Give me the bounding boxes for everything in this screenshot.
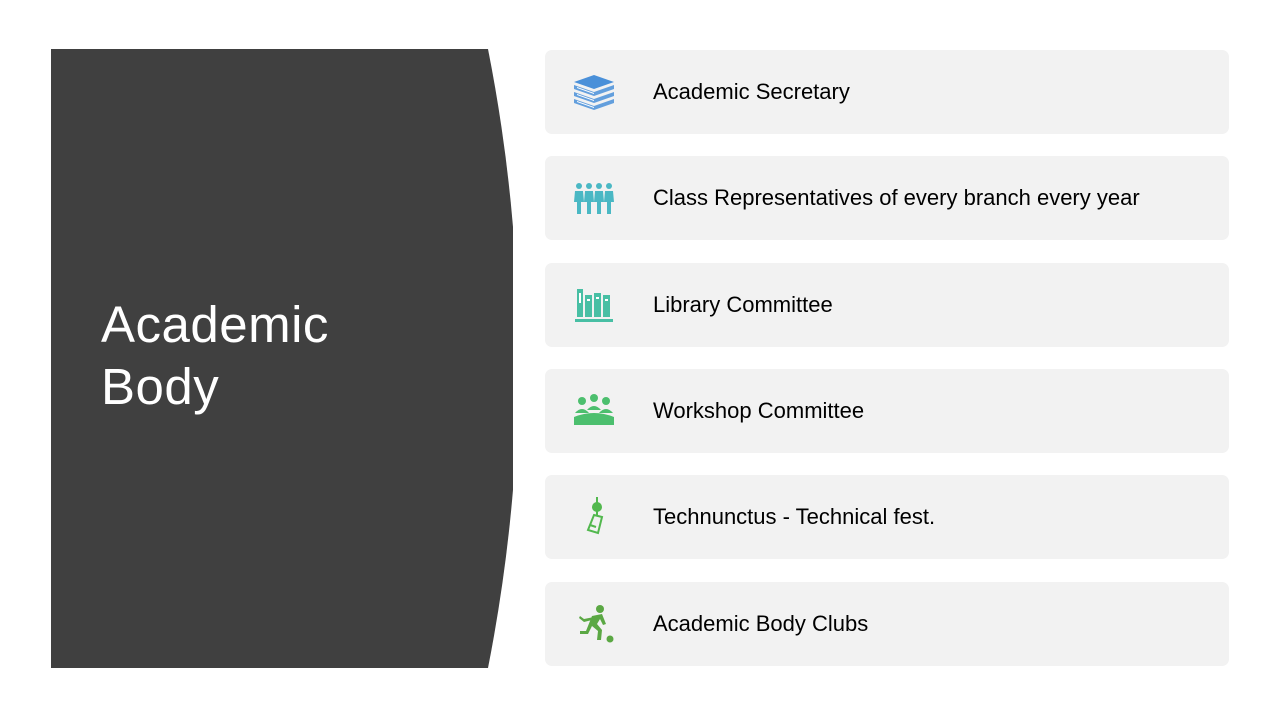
item-label: Workshop Committee — [653, 398, 865, 423]
list-item-technunctus: Technunctus - Technical fest. — [545, 475, 1229, 559]
meeting-icon — [574, 394, 614, 425]
slide-title-line-2: Body — [101, 358, 220, 415]
soccer-player-icon — [579, 605, 614, 643]
people-group-icon — [574, 183, 614, 214]
slide-title-line-1: Academic — [101, 296, 329, 353]
list-item-academic-body-clubs: Academic Body Clubs — [545, 582, 1229, 666]
books-icon — [574, 75, 614, 110]
item-label: Academic Body Clubs — [653, 611, 869, 636]
wind-chime-icon — [586, 497, 604, 535]
slide-title: Academic Body — [101, 294, 329, 418]
list-item-class-representatives: Class Representatives of every branch ev… — [545, 156, 1229, 240]
list-item-library-committee: Library Committee — [545, 263, 1229, 347]
title-panel: Academic Body — [51, 49, 513, 668]
item-label: Class Representatives of every branch ev… — [653, 185, 1140, 210]
list-item-workshop-committee: Workshop Committee — [545, 369, 1229, 453]
bookshelf-icon — [575, 289, 613, 322]
item-label: Library Committee — [653, 292, 833, 317]
list-item-academic-secretary: Academic Secretary — [545, 50, 1229, 134]
item-label: Technunctus - Technical fest. — [653, 504, 936, 529]
item-label: Academic Secretary — [653, 79, 850, 104]
